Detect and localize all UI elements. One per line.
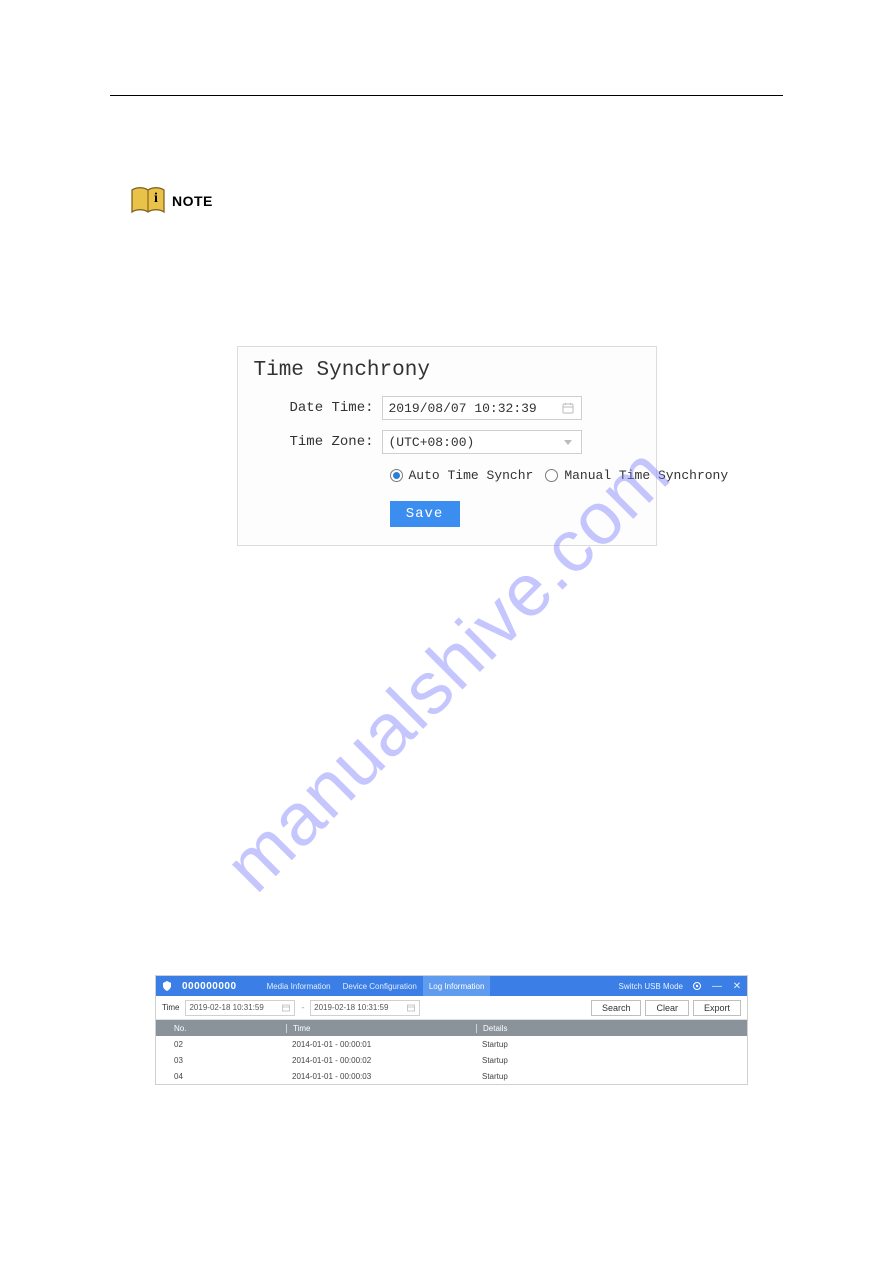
export-button[interactable]: Export (693, 1000, 741, 1016)
log-table-header: No. Time Details (156, 1020, 747, 1036)
filter-start-input[interactable]: 2019-02-18 10:31:59 (185, 1000, 295, 1016)
note-i-glyph: i (154, 191, 158, 206)
log-table-body: 02 2014-01-01 - 00:00:01 Startup 03 2014… (156, 1036, 747, 1084)
radio-auto-label: Auto Time Synchr (409, 468, 534, 483)
top-rule (110, 95, 783, 96)
filter-time-label: Time (162, 1003, 179, 1012)
time-synchrony-panel: Time Synchrony Date Time: 2019/08/07 10:… (237, 346, 657, 546)
table-row[interactable]: 02 2014-01-01 - 00:00:01 Startup (156, 1036, 747, 1052)
date-time-input[interactable]: 2019/08/07 10:32:39 (382, 396, 582, 420)
search-button[interactable]: Search (591, 1000, 642, 1016)
radio-auto[interactable] (390, 469, 403, 482)
time-zone-row: Time Zone: (UTC+08:00) (254, 430, 640, 454)
date-time-value: 2019/08/07 10:32:39 (389, 401, 537, 416)
log-titlebar: 000000000 Media Information Device Confi… (156, 976, 747, 996)
device-serial: 000000000 (182, 981, 237, 992)
log-tabs: Media Information Device Configuration L… (261, 976, 491, 996)
table-row[interactable]: 03 2014-01-01 - 00:00:02 Startup (156, 1052, 747, 1068)
radio-manual-label: Manual Time Synchrony (564, 468, 728, 483)
log-filter-bar: Time 2019-02-18 10:31:59 - 2019-02-18 10… (156, 996, 747, 1020)
col-details: Details (476, 1024, 737, 1033)
col-no: No. (166, 1024, 286, 1033)
date-time-label: Date Time: (254, 400, 382, 416)
filter-start-value: 2019-02-18 10:31:59 (189, 1003, 263, 1012)
clear-button[interactable]: Clear (645, 1000, 689, 1016)
note-block: i NOTE (130, 186, 783, 216)
tab-log[interactable]: Log Information (423, 976, 491, 996)
cell-no: 03 (166, 1056, 286, 1065)
minimize-icon[interactable]: — (711, 980, 723, 992)
col-time: Time (286, 1024, 476, 1033)
note-book-icon: i (130, 186, 166, 216)
cell-time: 2014-01-01 - 00:00:02 (286, 1056, 476, 1065)
cell-no: 04 (166, 1072, 286, 1081)
calendar-icon[interactable] (281, 1003, 291, 1013)
filter-end-value: 2019-02-18 10:31:59 (314, 1003, 388, 1012)
shield-icon (162, 981, 172, 991)
sync-mode-radios: Auto Time Synchr Manual Time Synchrony (390, 468, 640, 483)
cell-details: Startup (476, 1072, 737, 1081)
cell-time: 2014-01-01 - 00:00:01 (286, 1040, 476, 1049)
calendar-icon[interactable] (561, 401, 575, 415)
cell-no: 02 (166, 1040, 286, 1049)
gear-icon[interactable] (691, 980, 703, 992)
range-separator: - (301, 1003, 304, 1012)
time-zone-label: Time Zone: (254, 434, 382, 450)
chevron-down-icon[interactable] (561, 435, 575, 449)
switch-usb-label[interactable]: Switch USB Mode (619, 982, 683, 991)
filter-end-input[interactable]: 2019-02-18 10:31:59 (310, 1000, 420, 1016)
cell-time: 2014-01-01 - 00:00:03 (286, 1072, 476, 1081)
panel-title: Time Synchrony (254, 359, 640, 382)
table-row[interactable]: 04 2014-01-01 - 00:00:03 Startup (156, 1068, 747, 1084)
date-time-row: Date Time: 2019/08/07 10:32:39 (254, 396, 640, 420)
calendar-icon[interactable] (406, 1003, 416, 1013)
save-button[interactable]: Save (390, 501, 460, 527)
cell-details: Startup (476, 1056, 737, 1065)
cell-details: Startup (476, 1040, 737, 1049)
tab-device[interactable]: Device Configuration (337, 976, 423, 996)
note-label: NOTE (172, 193, 213, 209)
time-zone-value: (UTC+08:00) (389, 435, 475, 450)
tab-media[interactable]: Media Information (261, 976, 337, 996)
time-zone-select[interactable]: (UTC+08:00) (382, 430, 582, 454)
log-window: 000000000 Media Information Device Confi… (155, 975, 748, 1085)
page: i NOTE Time Synchrony Date Time: 2019/08… (0, 0, 893, 1263)
close-icon[interactable]: ✕ (731, 980, 743, 992)
radio-manual[interactable] (545, 469, 558, 482)
